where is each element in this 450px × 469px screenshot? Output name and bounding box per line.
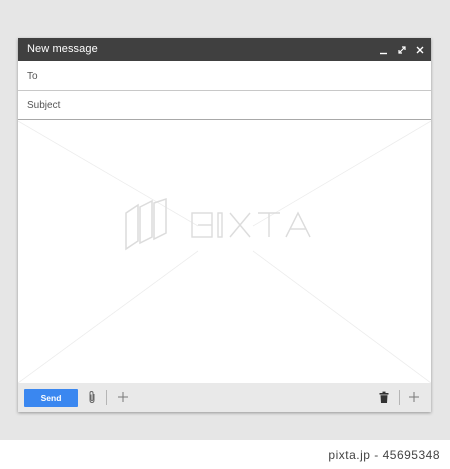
page: New message To Subject Send pixta.jp - 4… — [0, 0, 450, 469]
to-label: To — [27, 70, 38, 82]
subject-label: Subject — [27, 99, 61, 111]
minimize-icon[interactable] — [379, 45, 389, 55]
compose-title: New message — [27, 43, 98, 55]
compose-titlebar[interactable]: New message — [18, 38, 431, 61]
close-icon[interactable] — [415, 45, 425, 55]
to-field[interactable]: To — [18, 62, 431, 91]
send-button[interactable]: Send — [24, 389, 78, 407]
plus-icon[interactable] — [116, 390, 130, 404]
paperclip-icon[interactable] — [85, 390, 99, 404]
watermark-lines — [18, 121, 431, 383]
watermark — [18, 121, 431, 383]
watermark-brand — [191, 211, 311, 238]
watermark-logo-icon — [125, 197, 167, 251]
expand-icon[interactable] — [397, 45, 407, 55]
compose-window: New message To Subject Send — [18, 38, 431, 412]
subject-field[interactable]: Subject — [18, 91, 431, 120]
footer-divider-right — [399, 390, 400, 405]
more-options-plus-icon[interactable] — [407, 390, 421, 404]
caption-text: pixta.jp - 45695348 — [328, 448, 440, 462]
trash-icon[interactable] — [377, 390, 391, 404]
caption-bar: pixta.jp - 45695348 — [0, 440, 450, 469]
message-body[interactable] — [18, 121, 431, 383]
footer-divider — [106, 390, 107, 405]
window-controls — [379, 38, 425, 61]
compose-footer: Send — [18, 383, 431, 412]
